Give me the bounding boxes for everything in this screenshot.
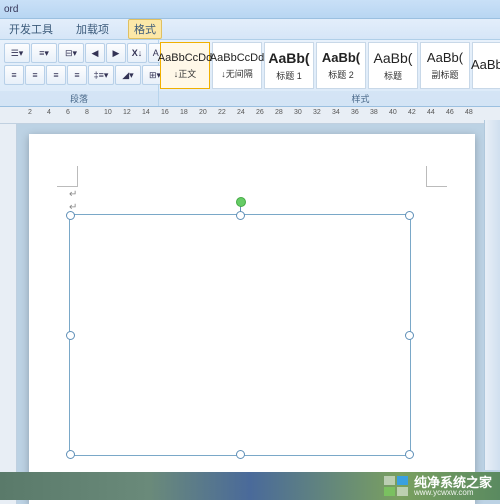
ruler-tick: 38 [370, 109, 378, 116]
workspace: ↵ ↵ [0, 124, 500, 504]
ruler-tick: 36 [351, 109, 359, 116]
align-left-icon[interactable]: ≡ [4, 65, 24, 85]
ruler-tick: 10 [104, 109, 112, 116]
resize-handle-br[interactable] [405, 450, 414, 459]
menu-bar: 开发工具 加载项 格式 [0, 19, 500, 40]
tab-addins[interactable]: 加载项 [72, 19, 113, 39]
style-title[interactable]: AaBb( 标题 [368, 42, 418, 89]
shading-icon[interactable]: ◢▾ [115, 65, 141, 85]
paragraph-mark-icon: ↵ [69, 189, 77, 200]
ruler-tick: 22 [218, 109, 226, 116]
numbering-icon[interactable]: ≡▾ [31, 43, 57, 63]
ruler-tick: 14 [142, 109, 150, 116]
resize-handle-tl[interactable] [66, 211, 75, 220]
style-heading2[interactable]: AaBb( 标题 2 [316, 42, 366, 89]
tab-developer[interactable]: 开发工具 [5, 19, 57, 39]
align-right-icon[interactable]: ≡ [46, 65, 66, 85]
align-justify-icon[interactable]: ≡ [67, 65, 87, 85]
rotation-handle[interactable] [236, 197, 246, 207]
ruler-tick: 20 [199, 109, 207, 116]
resize-handle-mr[interactable] [405, 331, 414, 340]
ruler-tick: 48 [465, 109, 473, 116]
watermark-url: www.ycwxw.com [414, 489, 492, 497]
margin-corner-tr [426, 166, 447, 187]
style-heading1[interactable]: AaBb( 标题 1 [264, 42, 314, 89]
resize-handle-ml[interactable] [66, 331, 75, 340]
ruler-tick: 16 [161, 109, 169, 116]
ruler-tick: 42 [408, 109, 416, 116]
vertical-scrollbar[interactable] [484, 120, 500, 470]
resize-handle-bm[interactable] [236, 450, 245, 459]
ruler-tick: 32 [313, 109, 321, 116]
selected-textbox[interactable] [69, 214, 411, 456]
styles-group-label: 样式 [159, 91, 500, 106]
ruler-tick: 46 [446, 109, 454, 116]
document-area[interactable]: ↵ ↵ [17, 124, 500, 504]
ruler-tick: 4 [47, 109, 51, 116]
watermark-text: 纯净系统之家 [414, 476, 492, 489]
ruler-tick: 6 [66, 109, 70, 116]
resize-handle-bl[interactable] [66, 450, 75, 459]
ruler-tick: 40 [389, 109, 397, 116]
bullets-icon[interactable]: ☰▾ [4, 43, 30, 63]
style-nospacing[interactable]: AaBbCcDd ↓无间隔 [212, 42, 262, 89]
style-more[interactable]: AaBb( [472, 42, 500, 89]
style-gallery[interactable]: AaBbCcDd ↓正文 AaBbCcDd ↓无间隔 AaBb( 标题 1 Aa… [159, 40, 500, 91]
ruler-tick: 44 [427, 109, 435, 116]
ruler-tick: 24 [237, 109, 245, 116]
indent-decrease-icon[interactable]: ◀ [85, 43, 105, 63]
line-spacing-icon[interactable]: ‡≡▾ [88, 65, 114, 85]
ruler-tick: 30 [294, 109, 302, 116]
ruler-tick: 28 [275, 109, 283, 116]
page[interactable]: ↵ ↵ [29, 134, 475, 504]
paragraph-group-label: 段落 [0, 91, 158, 106]
tab-format[interactable]: 格式 [128, 19, 162, 39]
styles-group: AaBbCcDd ↓正文 AaBbCcDd ↓无间隔 AaBb( 标题 1 Aa… [159, 40, 500, 106]
text-direction-icon[interactable]: X↓ [127, 43, 147, 63]
ruler-tick: 2 [28, 109, 32, 116]
watermark-bar: 纯净系统之家 www.ycwxw.com [0, 472, 500, 500]
app-title-fragment: ord [4, 4, 18, 15]
vertical-ruler[interactable] [0, 124, 17, 504]
watermark-logo-icon [384, 476, 408, 496]
ruler-tick: 26 [256, 109, 264, 116]
resize-handle-tm[interactable] [236, 211, 245, 220]
paragraph-group: ☰▾ ≡▾ ⊟▾ ◀ ▶ X↓ A↓ ¶ ≡ ≡ ≡ ≡ ‡≡▾ ◢▾ ⊞▾ 段… [0, 40, 159, 106]
ruler-tick: 18 [180, 109, 188, 116]
margin-corner-tl [57, 166, 78, 187]
multilevel-icon[interactable]: ⊟▾ [58, 43, 84, 63]
ruler-tick: 12 [123, 109, 131, 116]
ruler-tick: 8 [85, 109, 89, 116]
style-subtitle[interactable]: AaBb( 副标题 [420, 42, 470, 89]
ribbon: ☰▾ ≡▾ ⊟▾ ◀ ▶ X↓ A↓ ¶ ≡ ≡ ≡ ≡ ‡≡▾ ◢▾ ⊞▾ 段… [0, 40, 500, 107]
ruler-tick: 34 [332, 109, 340, 116]
align-center-icon[interactable]: ≡ [25, 65, 45, 85]
indent-increase-icon[interactable]: ▶ [106, 43, 126, 63]
style-normal[interactable]: AaBbCcDd ↓正文 [160, 42, 210, 89]
resize-handle-tr[interactable] [405, 211, 414, 220]
horizontal-ruler[interactable]: 2468101214161820222426283032343638404244… [0, 107, 500, 124]
title-bar: ord [0, 0, 500, 19]
